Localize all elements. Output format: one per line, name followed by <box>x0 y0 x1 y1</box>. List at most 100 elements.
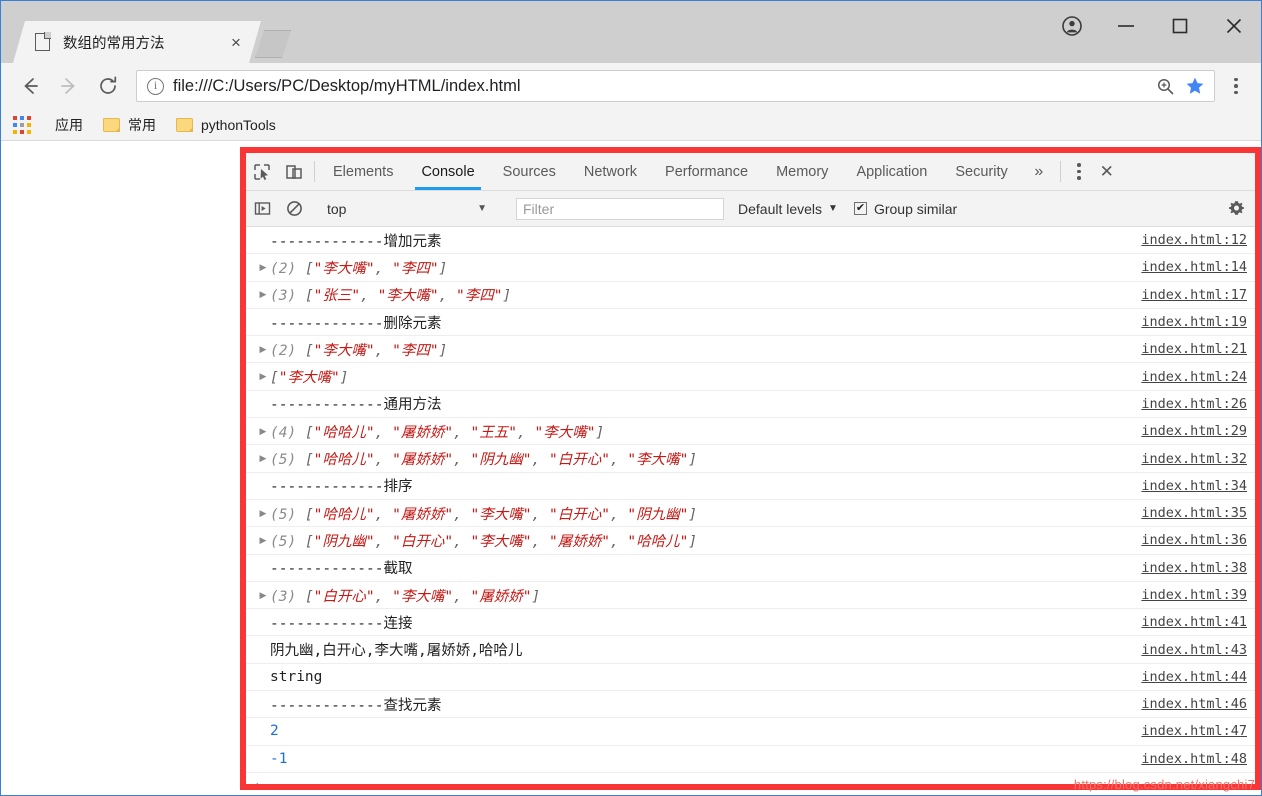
star-filled-icon[interactable] <box>1180 72 1210 100</box>
expand-triangle-icon[interactable]: ▶ <box>256 372 270 381</box>
tab-elements[interactable]: Elements <box>319 153 407 190</box>
expand-triangle-icon[interactable]: ▶ <box>256 590 270 600</box>
new-tab-button[interactable] <box>255 30 291 58</box>
minimize-button[interactable] <box>1099 1 1153 51</box>
source-link[interactable]: index.html:34 <box>1141 478 1247 494</box>
maximize-button[interactable] <box>1153 1 1207 51</box>
zoom-magnifier-icon[interactable] <box>1150 72 1180 100</box>
devtools-close-icon[interactable]: ✕ <box>1093 153 1121 190</box>
apps-grid-icon[interactable] <box>13 115 31 134</box>
devtools-panel: Elements Console Sources Network Perform… <box>246 153 1255 784</box>
console-row[interactable]: ▶ (4) ["哈哈儿", "屠娇娇", "王五", "李大嘴"] index.ht… <box>246 418 1255 446</box>
bookmark-item-apps[interactable]: 应用 <box>45 112 93 138</box>
source-link[interactable]: index.html:21 <box>1141 341 1247 357</box>
console-message: (3) ["张三", "李大嘴", "李四"] <box>270 288 512 305</box>
chrome-menu-button[interactable] <box>1223 69 1249 103</box>
source-link[interactable]: index.html:35 <box>1141 505 1247 521</box>
info-icon[interactable] <box>147 77 164 95</box>
console-row[interactable]: ▶-------------排序index.html:34 <box>246 473 1255 500</box>
tab-performance[interactable]: Performance <box>651 153 762 190</box>
group-similar-toggle[interactable]: Group similar <box>853 201 957 217</box>
source-link[interactable]: index.html:12 <box>1141 232 1247 248</box>
source-link[interactable]: index.html:47 <box>1141 723 1247 739</box>
source-link[interactable]: index.html:43 <box>1141 642 1247 658</box>
expand-triangle-icon[interactable]: ▶ <box>256 426 270 436</box>
browser-window: 数组的常用方法 × i file:///C:/Users/PC/Desktop/… <box>0 0 1262 796</box>
source-link[interactable]: index.html:48 <box>1141 751 1247 767</box>
tab-application[interactable]: Application <box>842 153 941 190</box>
log-levels-dropdown[interactable]: Default levels ▼ <box>738 201 838 217</box>
console-row[interactable]: ▶2index.html:47 <box>246 718 1255 746</box>
checkbox-icon[interactable] <box>853 202 867 215</box>
console-row[interactable]: ▶-------------删除元素index.html:19 <box>246 309 1255 337</box>
console-row[interactable]: ▶ (5) ["阴九幽", "白开心", "李大嘴", "屠娇娇", "哈哈儿"]… <box>246 527 1255 555</box>
source-link[interactable]: index.html:19 <box>1141 314 1247 330</box>
console-row[interactable]: ▶-------------查找元素index.html:46 <box>246 691 1255 719</box>
navigation-bar: file:///C:/Users/PC/Desktop/myHTML/index… <box>1 63 1261 109</box>
window-close-button[interactable] <box>1207 1 1261 51</box>
console-row[interactable]: ▶阴九幽,白开心,李大嘴,屠娇娇,哈哈儿index.html:43 <box>246 636 1255 664</box>
expand-triangle-icon[interactable]: ▶ <box>256 344 270 354</box>
console-row[interactable]: ▶-1index.html:48 <box>246 746 1255 773</box>
inspect-element-icon[interactable] <box>246 153 278 190</box>
browser-tab[interactable]: 数组的常用方法 × <box>13 21 261 63</box>
console-row[interactable]: ▶ (2) ["李大嘴", "李四"] index.html:21 <box>246 336 1255 364</box>
expand-triangle-icon[interactable]: ▶ <box>256 508 270 518</box>
expand-triangle-icon[interactable]: ▶ <box>256 262 270 272</box>
console-row[interactable]: ▶-------------通用方法index.html:26 <box>246 391 1255 419</box>
reload-button[interactable] <box>91 69 125 103</box>
source-link[interactable]: index.html:44 <box>1141 669 1247 685</box>
source-link[interactable]: index.html:17 <box>1141 287 1247 303</box>
source-link[interactable]: index.html:14 <box>1141 259 1247 275</box>
source-link[interactable]: index.html:29 <box>1141 423 1247 439</box>
bookmark-item-pythontools[interactable]: pythonTools <box>166 112 286 138</box>
console-message: (5) ["哈哈儿", "屠娇娇", "阴九幽", "白开心", "李大嘴"] <box>270 452 698 469</box>
console-sidebar-icon[interactable] <box>246 200 278 217</box>
console-message: ["李大嘴"] <box>270 370 349 387</box>
source-link[interactable]: index.html:46 <box>1141 696 1247 712</box>
gear-icon[interactable] <box>1223 200 1249 217</box>
console-row[interactable]: ▶-------------增加元素index.html:12 <box>246 227 1255 255</box>
source-link[interactable]: index.html:32 <box>1141 451 1247 467</box>
tab-console[interactable]: Console <box>407 153 488 190</box>
clear-console-icon[interactable] <box>278 200 310 217</box>
console-log-list[interactable]: ▶-------------增加元素index.html:12▶(2) ["李大… <box>246 227 1255 784</box>
source-link[interactable]: index.html:41 <box>1141 614 1247 630</box>
tab-sources[interactable]: Sources <box>489 153 570 190</box>
console-row[interactable]: ▶ (2) ["李大嘴", "李四"] index.html:14 <box>246 254 1255 282</box>
filter-input[interactable]: Filter <box>516 197 724 220</box>
forward-button[interactable] <box>52 69 86 103</box>
close-icon[interactable]: × <box>223 29 249 55</box>
bookmark-item-common[interactable]: 常用 <box>93 112 166 138</box>
console-row[interactable]: ▶-------------截取index.html:38 <box>246 555 1255 582</box>
address-bar[interactable]: file:///C:/Users/PC/Desktop/myHTML/index… <box>136 70 1215 102</box>
console-row[interactable]: ▶ (5) ["哈哈儿", "屠娇娇", "李大嘴", "白开心", "阴九幽"]… <box>246 500 1255 528</box>
console-row[interactable]: ▶ ["李大嘴"] index.html:24 <box>246 363 1255 391</box>
source-link[interactable]: index.html:39 <box>1141 587 1247 603</box>
devtools-menu-button[interactable] <box>1065 153 1093 190</box>
console-row[interactable]: ▶stringindex.html:44 <box>246 664 1255 692</box>
expand-triangle-icon[interactable]: ▶ <box>256 535 270 545</box>
tab-network[interactable]: Network <box>570 153 651 190</box>
console-row[interactable]: ▶ (3) ["白开心", "李大嘴", "屠娇娇"] index.html:39 <box>246 582 1255 610</box>
source-link[interactable]: index.html:26 <box>1141 396 1247 412</box>
console-row[interactable]: ▶ (5) ["哈哈儿", "屠娇娇", "阴九幽", "白开心", "李大嘴"]… <box>246 445 1255 473</box>
execution-context-select[interactable]: top ▼ <box>319 198 499 220</box>
console-message: -------------截取 <box>270 561 413 578</box>
page-icon <box>35 33 50 51</box>
expand-triangle-icon[interactable]: ▶ <box>256 454 270 463</box>
url-text: file:///C:/Users/PC/Desktop/myHTML/index… <box>173 76 521 95</box>
profile-icon[interactable] <box>1045 1 1099 51</box>
device-toolbar-icon[interactable] <box>278 153 310 190</box>
console-message: (5) ["哈哈儿", "屠娇娇", "李大嘴", "白开心", "阴九幽"] <box>270 506 698 523</box>
source-link[interactable]: index.html:24 <box>1141 369 1247 385</box>
chevron-double-right-icon[interactable]: » <box>1022 153 1056 190</box>
tab-security[interactable]: Security <box>941 153 1021 190</box>
tab-memory[interactable]: Memory <box>762 153 842 190</box>
expand-triangle-icon[interactable]: ▶ <box>256 290 270 299</box>
console-row[interactable]: ▶ (3) ["张三", "李大嘴", "李四"] index.html:17 <box>246 282 1255 309</box>
source-link[interactable]: index.html:36 <box>1141 532 1247 548</box>
console-row[interactable]: ▶-------------连接index.html:41 <box>246 609 1255 637</box>
source-link[interactable]: index.html:38 <box>1141 560 1247 576</box>
back-button[interactable] <box>13 69 47 103</box>
